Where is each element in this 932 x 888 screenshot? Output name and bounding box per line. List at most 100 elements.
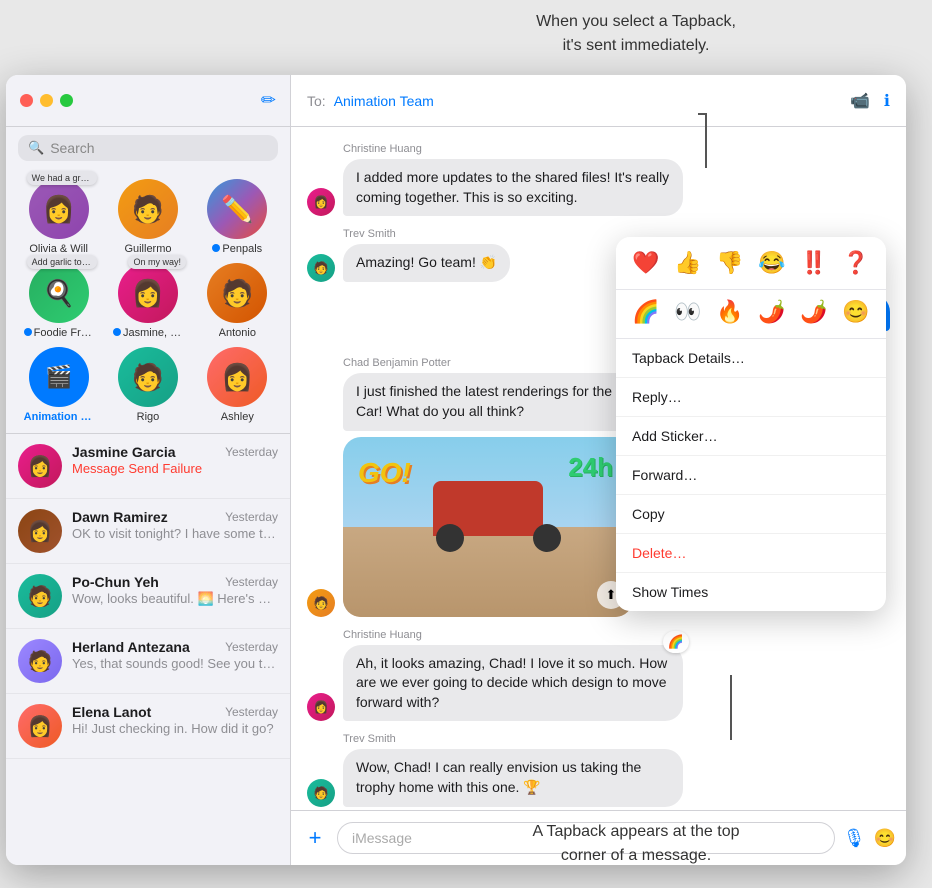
- msg-avatar-3: 🧑: [307, 589, 335, 617]
- add-sticker-item[interactable]: Add Sticker…: [616, 417, 886, 456]
- conv-item-po-chun[interactable]: 🧑 Po-Chun Yeh Yesterday Wow, looks beaut…: [6, 564, 290, 629]
- herland-preview: Yes, that sounds good! See you then.: [72, 656, 278, 671]
- elena-preview: Hi! Just checking in. How did it go?: [72, 721, 278, 736]
- search-input[interactable]: [50, 140, 268, 156]
- rigo-name: Rigo: [137, 411, 160, 423]
- search-input-wrap[interactable]: 🔍: [18, 135, 278, 161]
- pinned-row-3: 🎬 Animation Team 🧑 Rigo 👩 Ashley: [6, 343, 290, 427]
- fullscreen-button[interactable]: [60, 94, 73, 107]
- conv-item-elena[interactable]: 👩 Elena Lanot Yesterday Hi! Just checkin…: [6, 694, 290, 759]
- annotation-arrow-bottom: [730, 675, 732, 740]
- video-call-icon[interactable]: 📹: [850, 91, 870, 111]
- jasmine-li-dot: [113, 328, 121, 336]
- tapback-smile[interactable]: 😊: [840, 296, 872, 328]
- add-attachment-button[interactable]: +: [301, 824, 329, 852]
- olivia-will-bubble: We had a great time. Home with...: [27, 171, 97, 185]
- pinned-section: 👩 We had a great time. Home with... Oliv…: [6, 169, 290, 434]
- pinned-contact-olivia-will[interactable]: 👩 We had a great time. Home with... Oliv…: [20, 179, 98, 255]
- sender-label-1: Christine Huang: [343, 143, 890, 155]
- chat-to-label: To:: [307, 93, 326, 109]
- reply-item[interactable]: Reply…: [616, 378, 886, 417]
- tapback-exclamation[interactable]: ‼️: [798, 247, 830, 279]
- msg-avatar-4: 👩: [307, 693, 335, 721]
- pinned-contact-penpals[interactable]: ✏️ Penpals: [198, 179, 276, 255]
- message-row-4: 👩 Ah, it looks amazing, Chad! I love it …: [307, 645, 890, 722]
- forward-item[interactable]: Forward…: [616, 456, 886, 495]
- elena-name: Elena Lanot: [72, 704, 151, 720]
- sushi-car-image[interactable]: GO! 24h ⬆: [343, 437, 633, 617]
- copy-item[interactable]: Copy: [616, 495, 886, 534]
- tapback-details-item[interactable]: Tapback Details…: [616, 339, 886, 378]
- avatar-rigo: 🧑: [118, 347, 178, 407]
- penpals-dot: [212, 244, 220, 252]
- chat-recipient[interactable]: Animation Team: [334, 93, 434, 109]
- foodie-dot: [24, 328, 32, 336]
- avatar-jasmine-li: 👩: [118, 263, 178, 323]
- dawn-ramirez-preview: OK to visit tonight? I have some things …: [72, 526, 278, 542]
- tapback-emojis-row2: 🌈 👀 🔥 🌶️ 🌶️ 😊: [616, 290, 886, 339]
- penpals-name: Penpals: [212, 243, 262, 255]
- jasmine-li-bubble: On my way!: [128, 255, 186, 269]
- tapback-emojis-row1: ❤️ 👍 👎 😂 ‼️ ❓: [616, 237, 886, 290]
- message-row-1: 👩 I added more updates to the shared fil…: [307, 159, 890, 216]
- message-group-5: Trev Smith 🧑 Wow, Chad! I can really env…: [307, 733, 890, 806]
- close-button[interactable]: [20, 94, 33, 107]
- avatar-ashley: 👩: [207, 347, 267, 407]
- foodie-name: Foodie Frie...: [24, 327, 94, 339]
- bubble-5[interactable]: Wow, Chad! I can really envision us taki…: [343, 749, 683, 806]
- chat-header: To: Animation Team 📹 ℹ: [291, 75, 906, 127]
- tapback-fire[interactable]: 🔥: [714, 296, 746, 328]
- pinned-row-2: 🍳 Add garlic to the butter, and then... …: [6, 259, 290, 343]
- avatar-jasmine-garcia: 👩: [18, 444, 62, 488]
- animation-team-name: Animation Team: [24, 411, 94, 423]
- avatar-po-chun: 🧑: [18, 574, 62, 618]
- conv-item-dawn-ramirez[interactable]: 👩 Dawn Ramirez Yesterday OK to visit ton…: [6, 499, 290, 564]
- po-chun-preview: Wow, looks beautiful. 🌅 Here's a photo o…: [72, 591, 278, 607]
- message-row-5: 🧑 Wow, Chad! I can really envision us ta…: [307, 749, 890, 806]
- minimize-button[interactable]: [40, 94, 53, 107]
- po-chun-time: Yesterday: [225, 575, 278, 589]
- tapback-thumbs-down[interactable]: 👎: [714, 247, 746, 279]
- pinned-contact-guillermo[interactable]: 🧑 Guillermo: [109, 179, 187, 255]
- jasmine-li-name: Jasmine, Li...: [113, 327, 183, 339]
- tapback-heart[interactable]: ❤️: [630, 247, 662, 279]
- avatar-elena: 👩: [18, 704, 62, 748]
- annotation-arrowhead-top: [698, 113, 706, 115]
- conv-item-jasmine-garcia[interactable]: 👩 Jasmine Garcia Yesterday Message Send …: [6, 434, 290, 499]
- pinned-contact-jasmine-li[interactable]: 👩 On my way! Jasmine, Li...: [109, 263, 187, 339]
- sender-label-4: Christine Huang: [343, 629, 890, 641]
- bubble-1[interactable]: I added more updates to the shared files…: [343, 159, 683, 216]
- pinned-contact-ashley[interactable]: 👩 Ashley: [198, 347, 276, 423]
- conv-item-herland[interactable]: 🧑 Herland Antezana Yesterday Yes, that s…: [6, 629, 290, 694]
- tapback-eyes[interactable]: 👀: [672, 296, 704, 328]
- elena-time: Yesterday: [225, 705, 278, 719]
- delete-item[interactable]: Delete…: [616, 534, 886, 573]
- bubble-4[interactable]: Ah, it looks amazing, Chad! I love it so…: [343, 645, 683, 722]
- tapback-laugh[interactable]: 😂: [756, 247, 788, 279]
- show-times-item[interactable]: Show Times: [616, 573, 886, 611]
- tapback-panel: ❤️ 👍 👎 😂 ‼️ ❓ 🌈 👀 🔥 🌶️ 🌶️ 😊 Tapback Deta…: [616, 237, 886, 611]
- number-badge: 24h: [568, 452, 613, 483]
- avatar-antonio: 🧑: [207, 263, 267, 323]
- tapback-thumbs-up[interactable]: 👍: [672, 247, 704, 279]
- pinned-contact-rigo[interactable]: 🧑 Rigo: [109, 347, 187, 423]
- compose-button[interactable]: ✏︎: [261, 90, 276, 111]
- pinned-contact-animation-team[interactable]: 🎬 Animation Team: [20, 347, 98, 423]
- avatar-dawn-ramirez: 👩: [18, 509, 62, 553]
- bubble-2[interactable]: Amazing! Go team! 👏: [343, 244, 510, 282]
- msg-avatar-2: 🧑: [307, 254, 335, 282]
- tapback-pepper2[interactable]: 🌶️: [798, 296, 830, 328]
- antonio-name: Antonio: [219, 327, 256, 339]
- message-group-4: Christine Huang 👩 Ah, it looks amazing, …: [307, 629, 890, 722]
- pinned-contact-foodie[interactable]: 🍳 Add garlic to the butter, and then... …: [20, 263, 98, 339]
- pinned-contact-antonio[interactable]: 🧑 Antonio: [198, 263, 276, 339]
- tapback-question[interactable]: ❓: [840, 247, 872, 279]
- info-icon[interactable]: ℹ: [884, 91, 890, 111]
- avatar-penpals: ✏️: [207, 179, 267, 239]
- tapback-pepper[interactable]: 🌶️: [756, 296, 788, 328]
- jasmine-garcia-preview: Message Send Failure: [72, 461, 278, 476]
- tapback-rainbow[interactable]: 🌈: [630, 296, 662, 328]
- jasmine-garcia-name: Jasmine Garcia: [72, 444, 176, 460]
- tapback-badge-4: 🌈: [663, 631, 689, 653]
- dawn-ramirez-time: Yesterday: [225, 510, 278, 524]
